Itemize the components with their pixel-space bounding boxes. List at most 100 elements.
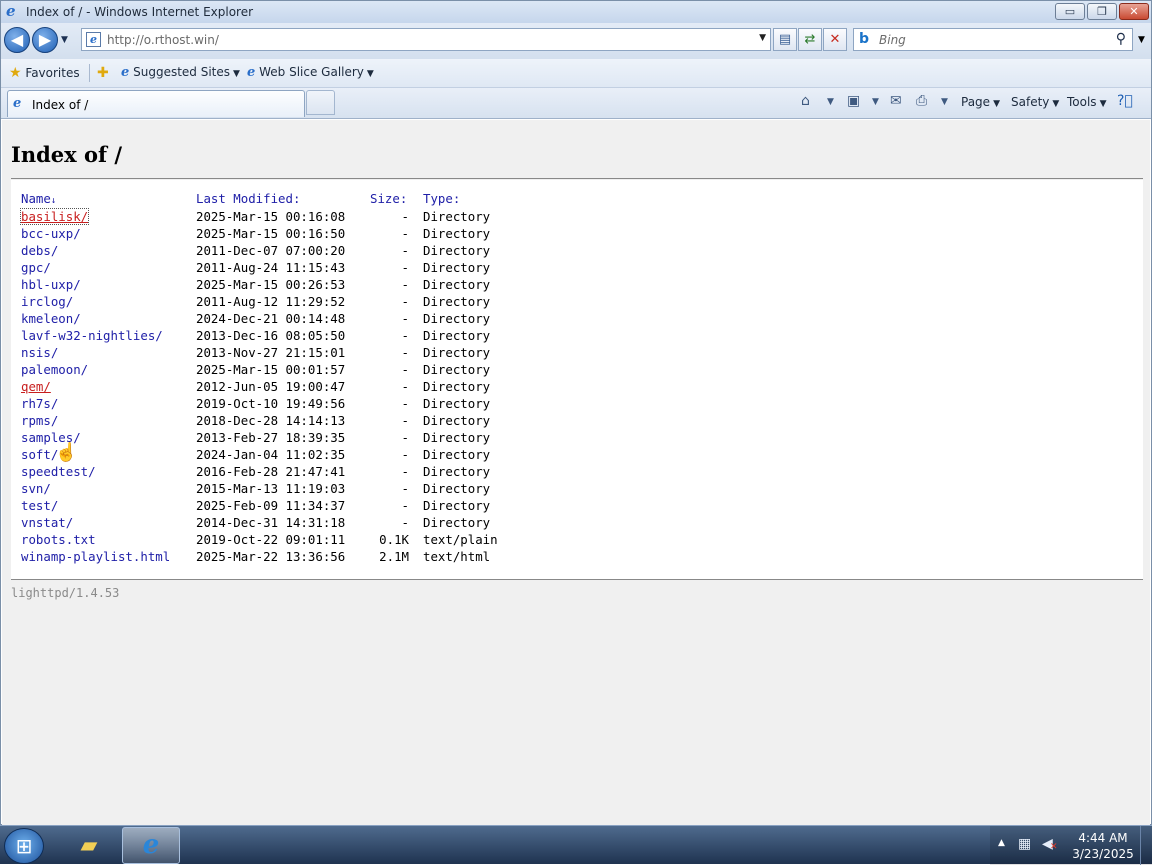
listing-row: kmeleon/2024-Dec-21 00:14:48 - Directory: [21, 310, 523, 327]
name-cell: debs/: [21, 242, 196, 259]
file-link[interactable]: test/: [21, 498, 58, 513]
file-link[interactable]: irclog/: [21, 294, 73, 309]
size-cell: -: [401, 226, 409, 241]
type-column-header[interactable]: Type:: [423, 189, 523, 208]
title-bar[interactable]: e Index of / - Windows Internet Explorer…: [1, 1, 1151, 23]
search-placeholder[interactable]: Bing: [879, 33, 906, 47]
type-cell: Directory: [423, 498, 491, 513]
name-column-header[interactable]: Name↓: [21, 189, 196, 208]
tab-index[interactable]: e Index of /: [7, 90, 305, 117]
size-cell: -: [401, 498, 409, 513]
file-link[interactable]: rh7s/: [21, 396, 58, 411]
size-cell: 2.1M: [379, 549, 409, 564]
print-dropdown-icon[interactable]: ▼: [941, 97, 948, 107]
file-link[interactable]: vnstat/: [21, 515, 73, 530]
start-button[interactable]: ⊞: [4, 828, 44, 864]
name-cell: basilisk/: [19, 208, 196, 225]
new-tab-button[interactable]: [306, 90, 335, 115]
add-to-favorites-bar-button[interactable]: ✚: [97, 65, 109, 81]
file-link[interactable]: gpc/: [21, 260, 51, 275]
directory-listing: Name↓ Last Modified: Size: Type: basilis…: [11, 180, 1143, 579]
type-cell: Directory: [423, 226, 491, 241]
name-cell: bcc-uxp/: [21, 225, 196, 242]
file-link[interactable]: robots.txt: [21, 532, 96, 547]
file-link[interactable]: soft/: [21, 447, 58, 462]
minimize-button[interactable]: ▭: [1055, 3, 1085, 20]
chevron-down-icon: ▼: [366, 69, 374, 79]
file-link[interactable]: palemoon/: [21, 362, 88, 377]
listing-row: irclog/2011-Aug-12 11:29:52 - Directory: [21, 293, 523, 310]
print-icon[interactable]: ⎙: [916, 93, 927, 109]
divider: [11, 178, 1143, 179]
show-desktop-button[interactable]: [1140, 826, 1152, 865]
type-cell: Directory: [423, 294, 491, 309]
listing-row: rh7s/2019-Oct-10 19:49:56 - Directory: [21, 395, 523, 412]
file-link[interactable]: speedtest/: [21, 464, 96, 479]
close-button[interactable]: ✕: [1119, 3, 1149, 20]
refresh-button[interactable]: ⇄: [798, 28, 822, 51]
tools-menu[interactable]: Tools ▼: [1067, 95, 1106, 109]
taskbar: ⊞ ▰ e ▲ ▦ ◀ ✕ 4:44 AM 3/23/2025: [0, 825, 1152, 865]
network-icon[interactable]: ▦: [1018, 836, 1031, 852]
recent-pages-dropdown-icon[interactable]: ▼: [61, 35, 68, 45]
file-link[interactable]: qem/: [21, 379, 51, 394]
listing-row: palemoon/2025-Mar-15 00:01:57 - Directory: [21, 361, 523, 378]
size-column-header[interactable]: Size:: [370, 189, 423, 208]
file-link[interactable]: winamp-playlist.html: [21, 549, 170, 564]
file-link[interactable]: basilisk/: [19, 208, 90, 225]
file-link[interactable]: svn/: [21, 481, 51, 496]
name-cell: lavf-w32-nightlies/: [21, 327, 196, 344]
name-cell: test/: [21, 497, 196, 514]
favorites-label: Favorites: [25, 66, 80, 80]
file-link[interactable]: kmeleon/: [21, 311, 81, 326]
file-link[interactable]: rpms/: [21, 413, 58, 428]
listing-row: basilisk/2025-Mar-15 00:16:08 - Directory: [19, 208, 523, 225]
suggested-sites-button[interactable]: e Suggested Sites ▼: [121, 65, 240, 80]
listing-row: bcc-uxp/2025-Mar-15 00:16:50 - Directory: [21, 225, 523, 242]
file-link[interactable]: nsis/: [21, 345, 58, 360]
name-cell: rh7s/: [21, 395, 196, 412]
read-mail-icon[interactable]: ✉: [890, 93, 902, 109]
taskbar-ie-button[interactable]: e: [122, 827, 180, 864]
size-cell: 0.1K: [379, 532, 409, 547]
file-link[interactable]: lavf-w32-nightlies/: [21, 328, 163, 343]
forward-button[interactable]: ▶: [32, 27, 58, 53]
modified-cell: 2011-Dec-07 07:00:20: [196, 243, 346, 258]
back-button[interactable]: ◀: [4, 27, 30, 53]
home-icon[interactable]: ⌂: [801, 93, 810, 109]
search-box[interactable]: b Bing ⚲: [853, 28, 1133, 51]
page-menu[interactable]: Page ▼: [961, 95, 1000, 109]
size-cell: -: [401, 328, 409, 343]
name-cell: qem/: [21, 378, 196, 395]
modified-cell: 2019-Oct-10 19:49:56: [196, 396, 346, 411]
help-icon[interactable]: ?⃝: [1117, 93, 1133, 109]
page-content: Index of / Name↓ Last Modified: Size: Ty…: [2, 120, 1150, 825]
file-link[interactable]: hbl-uxp/: [21, 277, 81, 292]
maximize-button[interactable]: ❐: [1087, 3, 1117, 20]
compatibility-view-icon: ▤: [778, 32, 792, 47]
listing-row: qem/2012-Jun-05 19:00:47 - Directory: [21, 378, 523, 395]
clock[interactable]: 4:44 AM 3/23/2025: [1068, 830, 1138, 862]
search-icon[interactable]: ⚲: [1116, 31, 1126, 47]
home-dropdown-icon[interactable]: ▼: [827, 97, 834, 107]
address-bar[interactable]: e http://o.rthost.win/ ▼: [81, 28, 771, 51]
compatibility-view-button[interactable]: ▤: [773, 28, 797, 51]
size-cell: -: [401, 464, 409, 479]
search-options-dropdown-icon[interactable]: ▼: [1138, 35, 1145, 45]
feeds-dropdown-icon[interactable]: ▼: [872, 97, 879, 107]
address-url[interactable]: http://o.rthost.win/: [107, 33, 219, 47]
web-slice-gallery-button[interactable]: e Web Slice Gallery ▼: [247, 65, 374, 80]
favorites-button[interactable]: ★ Favorites: [9, 65, 80, 81]
safety-menu[interactable]: Safety ▼: [1011, 95, 1059, 109]
taskbar-explorer-button[interactable]: ▰: [60, 827, 118, 864]
file-link[interactable]: debs/: [21, 243, 58, 258]
type-cell: Directory: [423, 311, 491, 326]
address-dropdown-icon[interactable]: ▼: [759, 33, 766, 43]
file-link[interactable]: bcc-uxp/: [21, 226, 81, 241]
modified-column-header[interactable]: Last Modified:: [196, 189, 370, 208]
stop-button[interactable]: ✕: [823, 28, 847, 51]
name-header-label: Name: [21, 191, 51, 206]
show-hidden-icons-icon[interactable]: ▲: [998, 838, 1005, 848]
listing-row: soft/2024-Jan-04 11:02:35 - Directory: [21, 446, 523, 463]
feeds-icon[interactable]: ▣: [847, 93, 860, 109]
